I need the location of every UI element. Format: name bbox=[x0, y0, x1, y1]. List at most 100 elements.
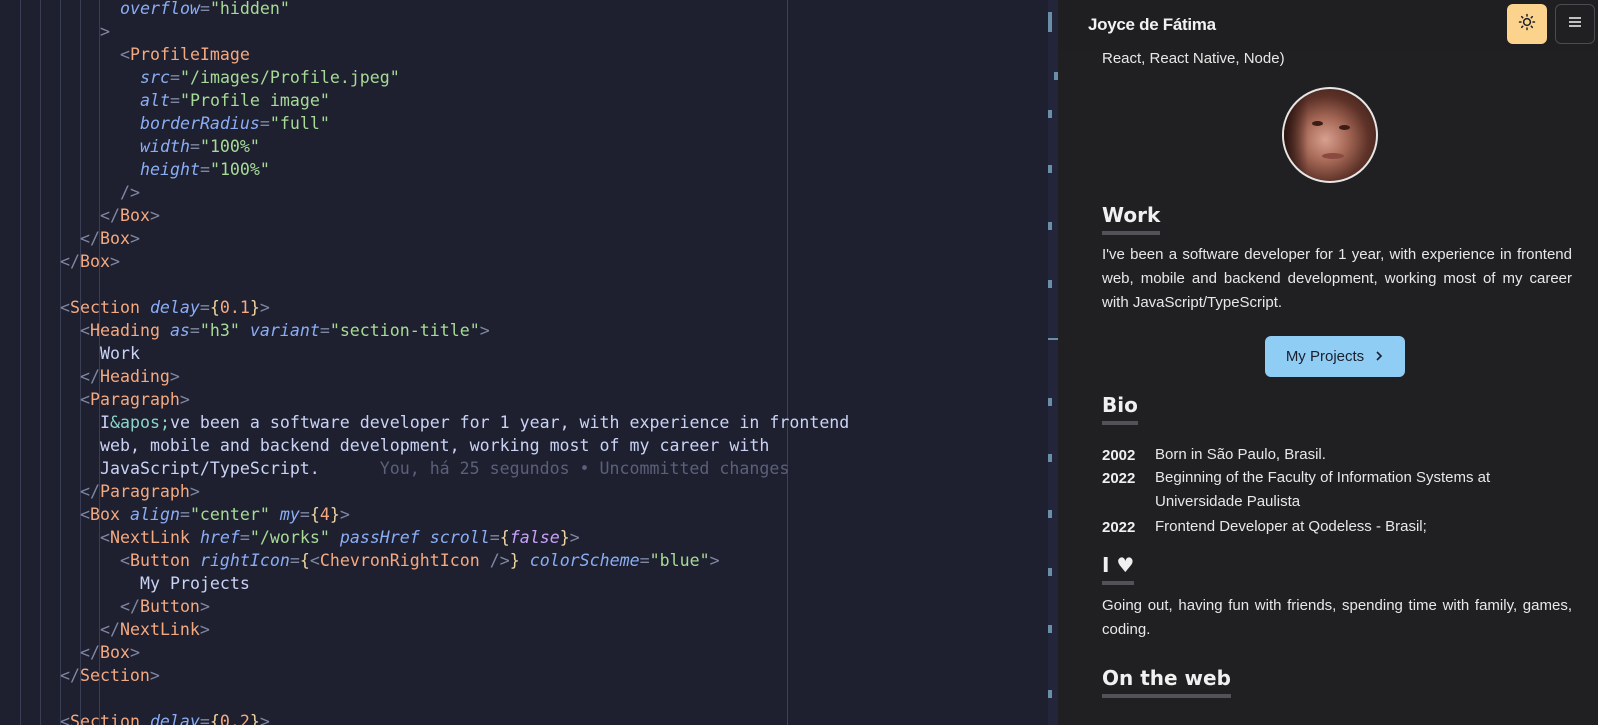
my-projects-label: My Projects bbox=[1285, 348, 1365, 365]
code-token: > bbox=[479, 321, 490, 340]
code-token: "100%" bbox=[209, 160, 270, 179]
code-line[interactable]: <Section delay={0.2}> bbox=[60, 710, 270, 725]
theme-toggle-button[interactable] bbox=[1507, 4, 1547, 44]
code-token: > bbox=[199, 620, 210, 639]
code-token: = bbox=[189, 137, 200, 156]
code-line[interactable]: <Heading as="h3" variant="section-title"… bbox=[80, 319, 490, 342]
code-token: Work bbox=[100, 344, 140, 363]
site-preview[interactable]: React, React Native, Node) Work I've bee… bbox=[1058, 0, 1598, 725]
code-token: </ bbox=[80, 229, 100, 248]
code-token: NextLink bbox=[119, 620, 200, 639]
code-token: > bbox=[149, 206, 160, 225]
code-token: /> bbox=[120, 183, 140, 202]
code-line[interactable]: </Heading> bbox=[80, 365, 180, 388]
code-token: = bbox=[169, 91, 180, 110]
code-token: alt bbox=[140, 91, 170, 110]
scrollbar-marker bbox=[1048, 165, 1052, 173]
code-line[interactable]: /> bbox=[120, 181, 140, 204]
code-token: = bbox=[199, 712, 210, 725]
code-line[interactable]: overflow="hidden" bbox=[120, 0, 290, 20]
code-line[interactable]: <Paragraph> bbox=[80, 388, 190, 411]
code-token: = bbox=[179, 505, 190, 524]
scrollbar-marker bbox=[1048, 222, 1052, 230]
code-token: "100%" bbox=[199, 137, 260, 156]
code-token: < bbox=[120, 551, 130, 570]
code-token: delay bbox=[149, 298, 200, 317]
code-line[interactable]: </Box> bbox=[80, 227, 140, 250]
code-editor[interactable]: overflow="hidden" > <ProfileImage src="/ima… bbox=[0, 0, 1057, 725]
code-token: Heading bbox=[90, 321, 160, 340]
scrollbar-marker bbox=[1048, 398, 1052, 406]
scrollbar-marker bbox=[1048, 280, 1052, 288]
indent-guide bbox=[40, 0, 41, 725]
code-token: 0.2 bbox=[219, 712, 250, 725]
my-projects-button[interactable]: My Projects bbox=[1265, 336, 1405, 377]
code-token: Box bbox=[99, 643, 130, 662]
code-token: </ bbox=[100, 620, 120, 639]
code-line[interactable]: I&apos;ve been a software developer for … bbox=[100, 411, 849, 434]
code-token: < bbox=[120, 45, 130, 64]
code-token: > bbox=[259, 712, 270, 725]
code-token: my bbox=[279, 505, 300, 524]
code-line[interactable]: <NextLink href="/works" passHref scroll=… bbox=[100, 526, 580, 549]
code-token: "/works" bbox=[249, 528, 330, 547]
code-token: web, mobile and backend development, wor… bbox=[100, 436, 770, 455]
git-blame-annotation: You, há 25 segundos • Uncommitted change… bbox=[319, 459, 790, 478]
scrollbar-marker bbox=[1048, 625, 1052, 633]
code-line[interactable]: <Section delay={0.1}> bbox=[60, 296, 270, 319]
code-token: scroll bbox=[429, 528, 490, 547]
code-token: </ bbox=[80, 482, 100, 501]
code-line[interactable]: width="100%" bbox=[140, 135, 260, 158]
code-line[interactable]: My Projects bbox=[140, 572, 250, 595]
code-token: > bbox=[129, 643, 140, 662]
code-token: = bbox=[259, 114, 270, 133]
code-token: = bbox=[489, 528, 500, 547]
indent-guide bbox=[60, 0, 61, 725]
code-token: = bbox=[639, 551, 650, 570]
code-line[interactable]: </Box> bbox=[60, 250, 120, 273]
scrollbar-marker bbox=[1048, 110, 1052, 118]
code-token: Button bbox=[139, 597, 200, 616]
code-token: as bbox=[169, 321, 190, 340]
code-token: false bbox=[509, 528, 560, 547]
code-line[interactable]: </Section> bbox=[60, 664, 160, 687]
love-heading: I ♥ bbox=[1102, 553, 1135, 585]
code-line[interactable]: src="/images/Profile.jpeg" bbox=[140, 66, 400, 89]
code-token: = bbox=[299, 505, 310, 524]
bio-year: 2002 bbox=[1102, 447, 1136, 464]
code-token: < bbox=[60, 712, 70, 725]
code-token: 0.1 bbox=[219, 298, 250, 317]
code-line[interactable]: alt="Profile image" bbox=[140, 89, 330, 112]
code-line[interactable]: height="100%" bbox=[140, 158, 270, 181]
code-line[interactable]: </Box> bbox=[80, 641, 140, 664]
code-line[interactable]: <ProfileImage bbox=[120, 43, 250, 66]
code-token: < bbox=[80, 505, 90, 524]
code-token: "/images/Profile.jpeg" bbox=[179, 68, 400, 87]
editor-scrollbar[interactable] bbox=[1048, 0, 1058, 725]
code-token: = bbox=[169, 68, 180, 87]
code-token: "h3" bbox=[199, 321, 240, 340]
code-line[interactable]: Work bbox=[100, 342, 140, 365]
code-line[interactable]: JavaScript/TypeScript. You, há 25 segund… bbox=[100, 457, 789, 480]
code-line[interactable]: </NextLink> bbox=[100, 618, 210, 641]
code-line[interactable]: web, mobile and backend development, wor… bbox=[100, 434, 769, 457]
menu-button[interactable] bbox=[1555, 4, 1595, 44]
code-token: overflow bbox=[120, 0, 200, 18]
code-token: align bbox=[129, 505, 180, 524]
code-line[interactable]: > bbox=[100, 20, 110, 43]
code-line[interactable]: </Paragraph> bbox=[80, 480, 200, 503]
site-logo[interactable]: Joyce de Fátima bbox=[1088, 15, 1216, 35]
hamburger-icon bbox=[1568, 15, 1582, 33]
code-line[interactable]: <Box align="center" my={4}> bbox=[80, 503, 350, 526]
navbar: Joyce de Fátima bbox=[1058, 0, 1598, 50]
code-token: width bbox=[140, 137, 190, 156]
code-token: } bbox=[329, 505, 340, 524]
code-line[interactable]: </Box> bbox=[100, 204, 160, 227]
code-line[interactable]: borderRadius="full" bbox=[140, 112, 330, 135]
code-token: } bbox=[509, 551, 520, 570]
code-line[interactable]: <Button rightIcon={<ChevronRightIcon />}… bbox=[120, 549, 720, 572]
code-line[interactable]: </Button> bbox=[120, 595, 210, 618]
